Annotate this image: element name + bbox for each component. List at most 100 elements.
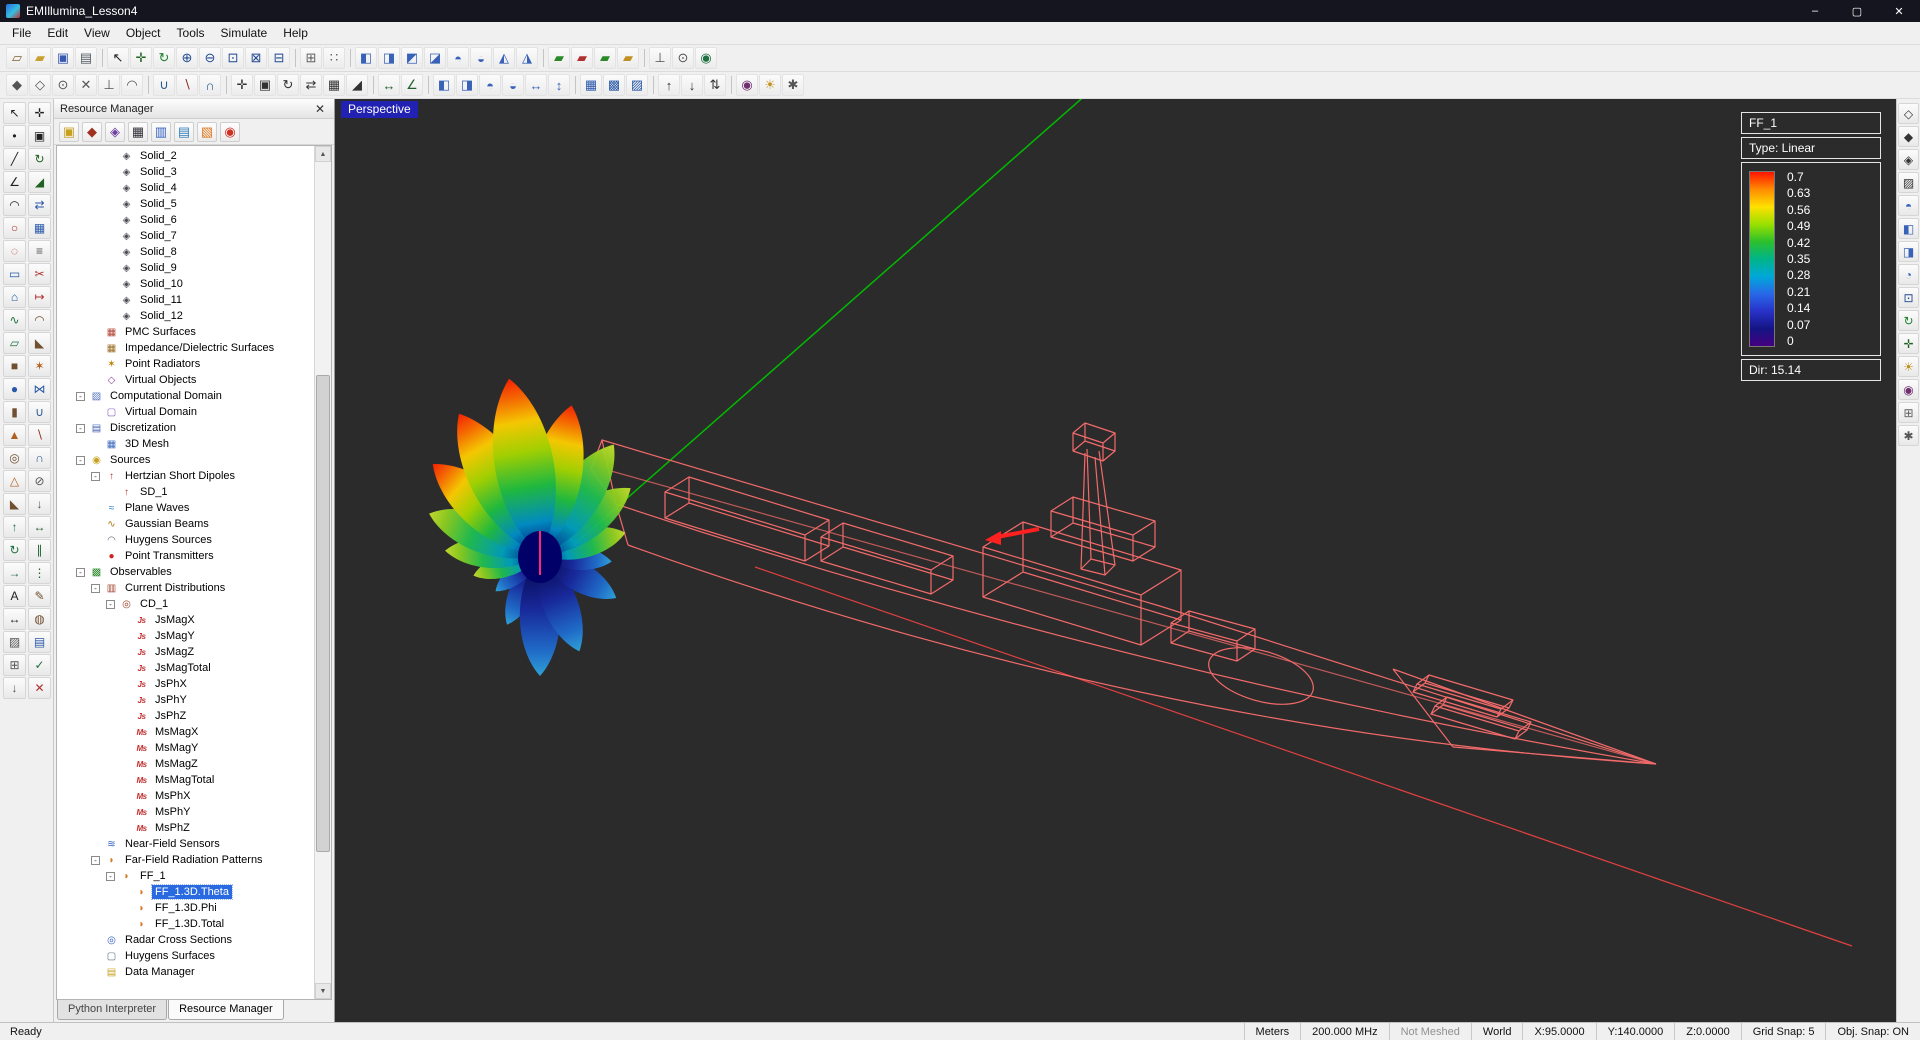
tree-item-current-distributions[interactable]: -▥Current Distributions bbox=[57, 580, 314, 596]
select-tool[interactable]: ↖ bbox=[3, 102, 26, 124]
light-button[interactable]: ☀ bbox=[759, 74, 781, 96]
rm-solids-icon[interactable]: ◈ bbox=[105, 122, 125, 142]
offset-tool[interactable]: ≡ bbox=[28, 240, 51, 262]
tree-item-msphx[interactable]: MsMsPhX bbox=[57, 788, 314, 804]
revolve-tool[interactable]: ↻ bbox=[3, 539, 26, 561]
view-iso-right-button[interactable]: ◔ bbox=[1898, 264, 1919, 285]
line-tool[interactable]: ╱ bbox=[3, 148, 26, 170]
measure-distance-button[interactable]: ↔ bbox=[378, 74, 400, 96]
view-bottom-button[interactable]: ◒ bbox=[470, 47, 492, 69]
tree-item-jsmagz[interactable]: JsJsMagZ bbox=[57, 644, 314, 660]
menu-help[interactable]: Help bbox=[275, 24, 316, 42]
new-file-button[interactable]: ▱ bbox=[6, 47, 28, 69]
view-hidden-line-button[interactable]: ◈ bbox=[1898, 149, 1919, 170]
tree-expander-icon[interactable]: - bbox=[76, 424, 85, 433]
rm-charts-icon[interactable]: ▥ bbox=[151, 122, 171, 142]
rotate-tool[interactable]: ↻ bbox=[28, 148, 51, 170]
copy-button[interactable]: ▣ bbox=[254, 74, 276, 96]
axes-toggle-button[interactable]: ⊥ bbox=[649, 47, 671, 69]
tree-item-ff-1-3d-theta[interactable]: ◗FF_1.3D.Theta bbox=[57, 884, 314, 900]
tree-item-msphz[interactable]: MsMsPhZ bbox=[57, 820, 314, 836]
light-toggle-button[interactable]: ☀ bbox=[1898, 356, 1919, 377]
menu-simulate[interactable]: Simulate bbox=[213, 24, 276, 42]
distribute-vertical-button[interactable]: ↕ bbox=[548, 74, 570, 96]
scene-canvas[interactable] bbox=[335, 99, 1896, 1022]
tree-item-huygens-surfaces[interactable]: ▢Huygens Surfaces bbox=[57, 948, 314, 964]
world-cs-button[interactable]: ◉ bbox=[695, 47, 717, 69]
tree-item-solid-8[interactable]: ◈Solid_8 bbox=[57, 244, 314, 260]
pan-tool-button[interactable]: ✛ bbox=[130, 47, 152, 69]
view-textured-button[interactable]: ▨ bbox=[1898, 172, 1919, 193]
join-tool[interactable]: ⋈ bbox=[28, 378, 51, 400]
distribute-tool[interactable]: ⋮ bbox=[28, 562, 51, 584]
chamfer-tool[interactable]: ◣ bbox=[28, 332, 51, 354]
dimension-tool[interactable]: ↔ bbox=[3, 608, 26, 630]
extrude-tool[interactable]: ↑ bbox=[3, 516, 26, 538]
plane-tool[interactable]: ▱ bbox=[3, 332, 26, 354]
close-button[interactable]: ✕ bbox=[1878, 0, 1920, 22]
align-bottom-button[interactable]: ◒ bbox=[502, 74, 524, 96]
rm-materials-icon[interactable]: ◆ bbox=[82, 122, 102, 142]
tree-item-jsphy[interactable]: JsJsPhY bbox=[57, 692, 314, 708]
sphere-tool[interactable]: ● bbox=[3, 378, 26, 400]
tree-item-jsmagtotal[interactable]: JsJsMagTotal bbox=[57, 660, 314, 676]
tree-item-3d-mesh[interactable]: ▦3D Mesh bbox=[57, 436, 314, 452]
tree-item-solid-5[interactable]: ◈Solid_5 bbox=[57, 196, 314, 212]
tree-item-near-field-sensors[interactable]: ≋Near-Field Sensors bbox=[57, 836, 314, 852]
tree-item-discretization[interactable]: -▤Discretization bbox=[57, 420, 314, 436]
zoom-selected-button[interactable]: ⊟ bbox=[268, 47, 290, 69]
extend-tool[interactable]: ↦ bbox=[28, 286, 51, 308]
tree-item-gaussian-beams[interactable]: ∿Gaussian Beams bbox=[57, 516, 314, 532]
measure-tool[interactable]: ↔ bbox=[28, 516, 51, 538]
tree-item-ff-1-3d-phi[interactable]: ◗FF_1.3D.Phi bbox=[57, 900, 314, 916]
layers-tool[interactable]: ▤ bbox=[28, 631, 51, 653]
view-front-button[interactable]: ◧ bbox=[355, 47, 377, 69]
box-tool[interactable]: ■ bbox=[3, 355, 26, 377]
view-front-right-button[interactable]: ◧ bbox=[1898, 218, 1919, 239]
move-tool[interactable]: ✛ bbox=[28, 102, 51, 124]
fillet-tool[interactable]: ◠ bbox=[28, 309, 51, 331]
lock-tool[interactable]: ✓ bbox=[28, 654, 51, 676]
tree-item-solid-4[interactable]: ◈Solid_4 bbox=[57, 180, 314, 196]
tree-expander-icon[interactable]: - bbox=[76, 568, 85, 577]
render-settings-button[interactable]: ✱ bbox=[782, 74, 804, 96]
view-top-button[interactable]: ◓ bbox=[447, 47, 469, 69]
array-tool[interactable]: ▦ bbox=[28, 217, 51, 239]
view-shaded-button[interactable]: ◆ bbox=[1898, 126, 1919, 147]
panel-close-icon[interactable]: ✕ bbox=[312, 101, 328, 117]
tree-item-msmagz[interactable]: MsMsMagZ bbox=[57, 756, 314, 772]
align-left-button[interactable]: ◧ bbox=[433, 74, 455, 96]
viewport-3d[interactable]: Perspective FF_1 Type: Linear 0.70.630.5… bbox=[335, 99, 1896, 1022]
tree-item-solid-2[interactable]: ◈Solid_2 bbox=[57, 148, 314, 164]
tree-item-jsphz[interactable]: JsJsPhZ bbox=[57, 708, 314, 724]
tree-item-virtual-domain[interactable]: ▢Virtual Domain bbox=[57, 404, 314, 420]
tree-item-far-field-radiation-patterns[interactable]: -◗Far-Field Radiation Patterns bbox=[57, 852, 314, 868]
section-tool[interactable]: ⊘ bbox=[28, 470, 51, 492]
scrollbar-track[interactable] bbox=[315, 162, 331, 983]
subtract-tool[interactable]: ∖ bbox=[28, 424, 51, 446]
tree-item-jsphx[interactable]: JsJsPhX bbox=[57, 676, 314, 692]
tree-item-msmagtotal[interactable]: MsMsMagTotal bbox=[57, 772, 314, 788]
align-top-button[interactable]: ◓ bbox=[479, 74, 501, 96]
tree-item-solid-10[interactable]: ◈Solid_10 bbox=[57, 276, 314, 292]
tree-item-plane-waves[interactable]: ≈Plane Waves bbox=[57, 500, 314, 516]
import-tool[interactable]: ↓ bbox=[3, 677, 26, 699]
explode-tool[interactable]: ✶ bbox=[28, 355, 51, 377]
plane-uv-button[interactable]: ▰ bbox=[617, 47, 639, 69]
zoom-extents-button[interactable]: ⊠ bbox=[245, 47, 267, 69]
measure-angle-button[interactable]: ∠ bbox=[401, 74, 423, 96]
open-file-button[interactable]: ▰ bbox=[29, 47, 51, 69]
mirror-button[interactable]: ⇄ bbox=[300, 74, 322, 96]
menu-tools[interactable]: Tools bbox=[169, 24, 213, 42]
zoom-all-button[interactable]: ⊡ bbox=[1898, 287, 1919, 308]
snap-endpoint-button[interactable]: ◆ bbox=[6, 74, 28, 96]
ellipse-tool[interactable]: ◌ bbox=[3, 240, 26, 262]
group-tool[interactable]: ⊞ bbox=[3, 654, 26, 676]
arc-tool[interactable]: ◠ bbox=[3, 194, 26, 216]
torus-tool[interactable]: ◎ bbox=[3, 447, 26, 469]
rm-simulation-icon[interactable]: ◉ bbox=[220, 122, 240, 142]
cylinder-tool[interactable]: ▮ bbox=[3, 401, 26, 423]
tree-item-point-radiators[interactable]: ✶Point Radiators bbox=[57, 356, 314, 372]
tree-item-radar-cross-sections[interactable]: ◎Radar Cross Sections bbox=[57, 932, 314, 948]
mirror-tool[interactable]: ⇄ bbox=[28, 194, 51, 216]
